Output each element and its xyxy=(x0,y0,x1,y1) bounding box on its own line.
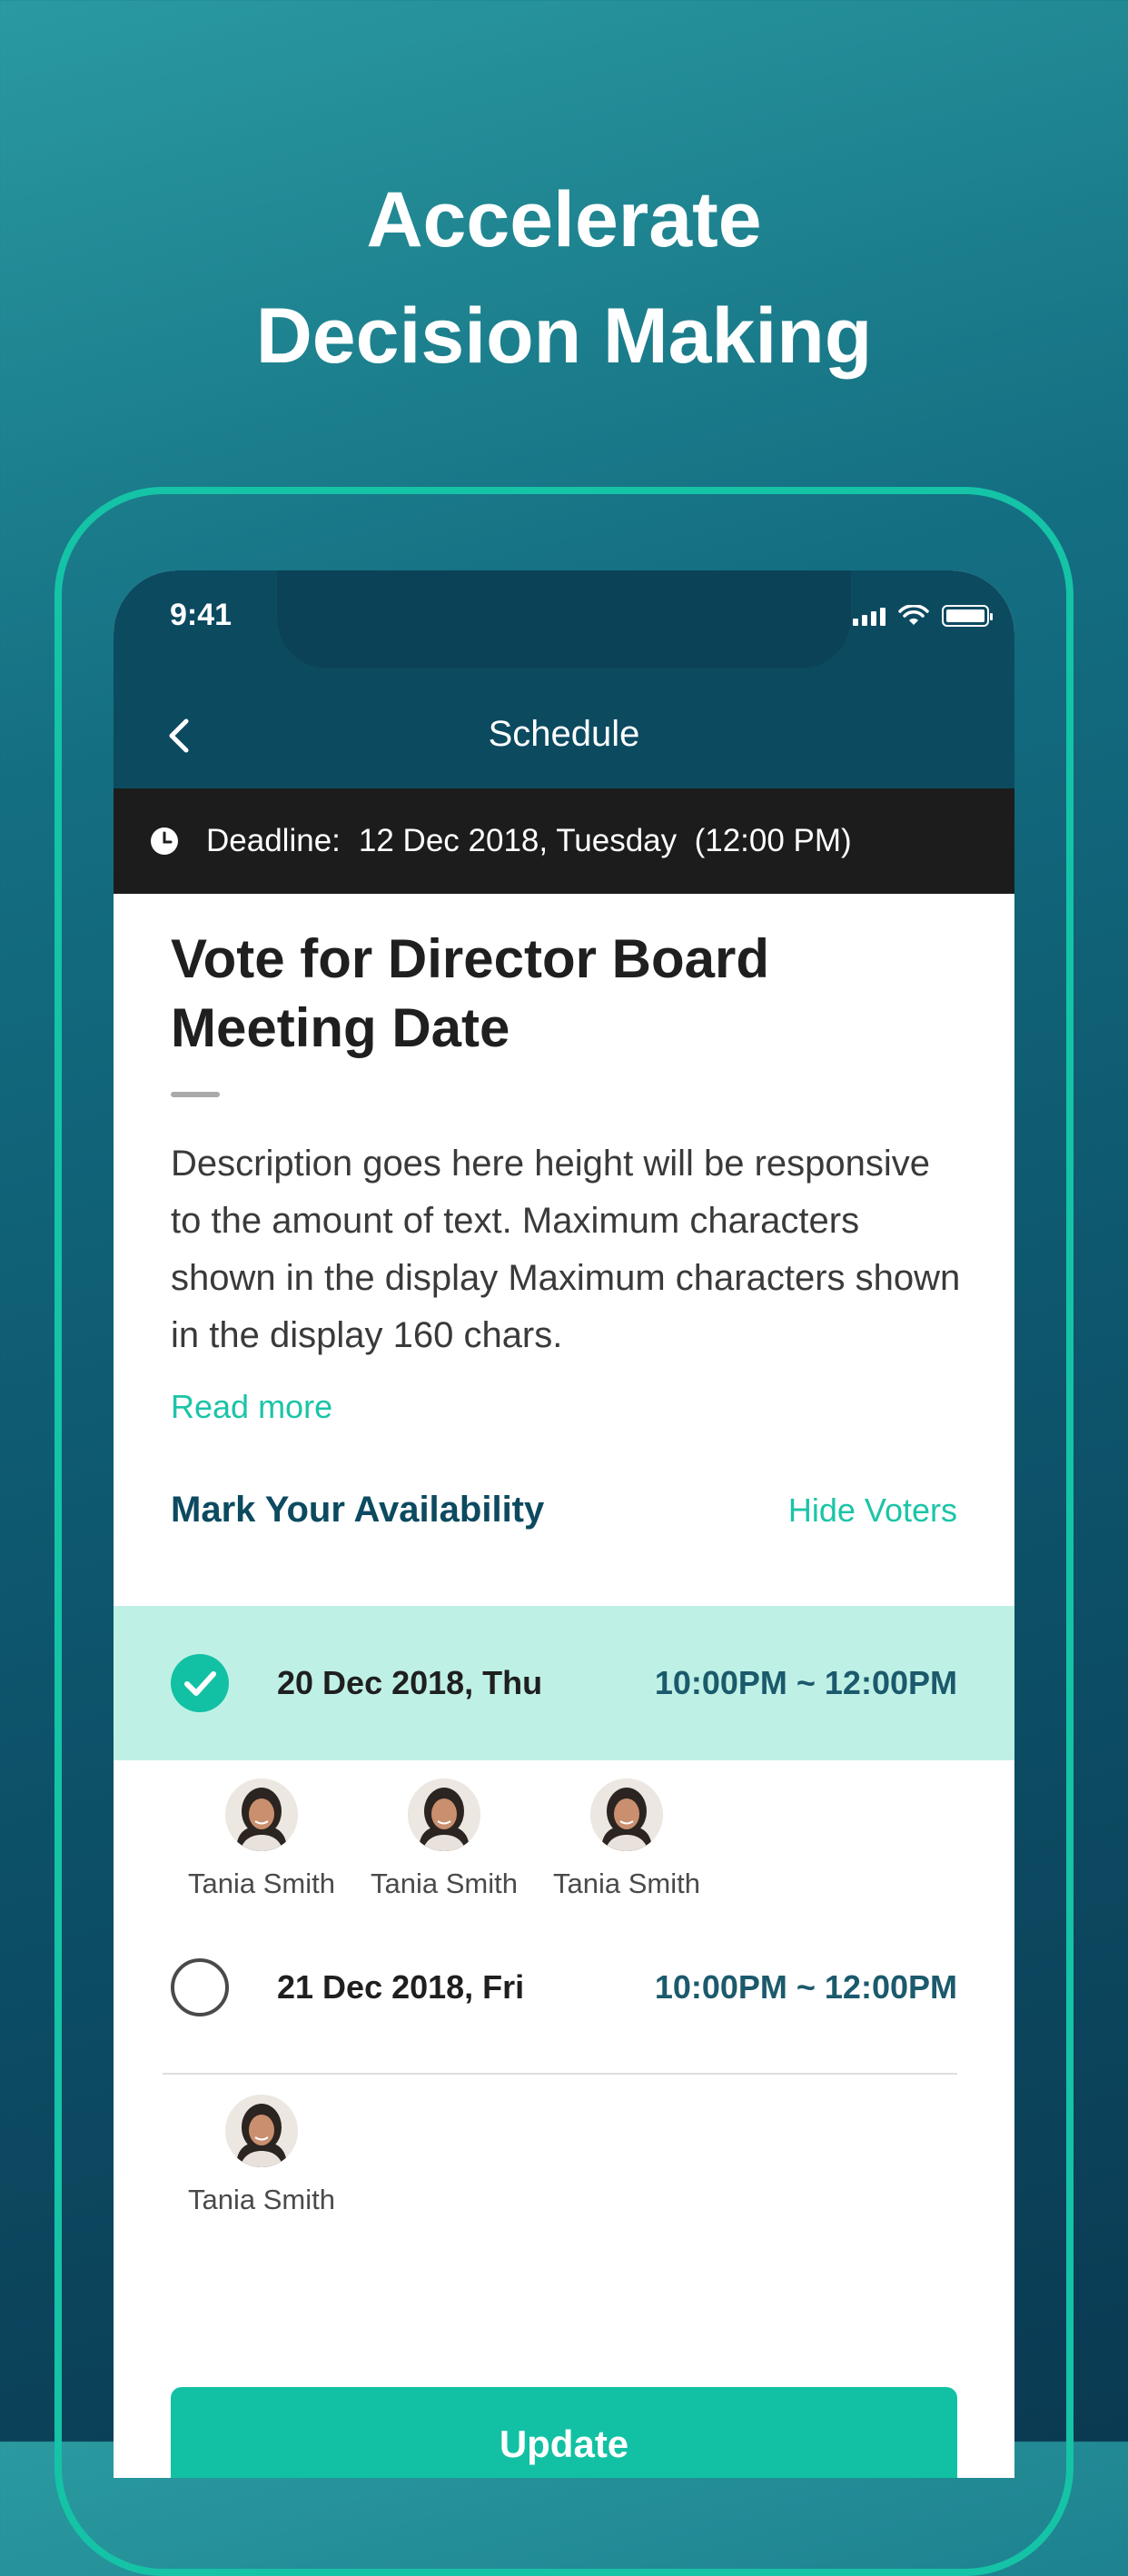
page-title: Schedule xyxy=(488,714,640,754)
poll-title: Vote for Director Board Meeting Date xyxy=(171,928,769,1058)
device-notch xyxy=(277,570,851,669)
voter: Tania Smith xyxy=(171,2095,352,2216)
voter: Tania Smith xyxy=(536,1778,717,1900)
voter-name: Tania Smith xyxy=(188,2184,335,2215)
hide-voters-link[interactable]: Hide Voters xyxy=(788,1491,957,1530)
update-button[interactable]: Update xyxy=(171,2387,957,2478)
clock-icon xyxy=(151,827,178,855)
voter-name: Tania Smith xyxy=(188,1868,335,1899)
avatar xyxy=(225,1778,298,1851)
avatar xyxy=(408,1778,480,1851)
avatar xyxy=(590,1778,663,1851)
date-option-2[interactable]: 21 Dec 2018, Fri 10:00PM ~ 12:00PM xyxy=(114,1915,1014,2060)
poll-description: Description goes here height will be res… xyxy=(171,1144,961,1355)
deadline-label: Deadline: xyxy=(206,823,341,858)
title-divider xyxy=(171,1092,220,1097)
option-time: 10:00PM ~ 12:00PM xyxy=(654,1664,957,1701)
voter: Tania Smith xyxy=(353,1778,535,1900)
checkmark-icon[interactable] xyxy=(171,1654,229,1712)
option-date: 20 Dec 2018, Thu xyxy=(277,1664,543,1701)
signal-icon xyxy=(853,606,886,626)
status-icons xyxy=(853,605,993,627)
battery-icon xyxy=(942,605,993,627)
deadline-bar: Deadline: 12 Dec 2018, Tuesday (12:00 PM… xyxy=(114,788,1014,894)
read-more-link[interactable]: Read more xyxy=(171,1388,332,1426)
voter-name: Tania Smith xyxy=(553,1868,700,1899)
avatar xyxy=(225,2095,298,2167)
option-date: 21 Dec 2018, Fri xyxy=(277,1968,525,2006)
radio-unchecked-icon[interactable] xyxy=(171,1958,229,2016)
phone-screen: 9:41 Schedule Deadline: 12 Dec 2018, Tue… xyxy=(114,570,1014,2478)
status-time: 9:41 xyxy=(170,598,233,632)
option-time: 10:00PM ~ 12:00PM xyxy=(654,1968,957,2006)
headline: Accelerate Decision Making xyxy=(0,162,1128,394)
availability-label: Mark Your Availability xyxy=(171,1490,545,1530)
headline-line-1: Accelerate xyxy=(366,176,762,263)
row-divider xyxy=(163,2073,957,2075)
voter-name: Tania Smith xyxy=(371,1868,518,1899)
deadline-value: 12 Dec 2018, Tuesday (12:00 PM) xyxy=(358,823,852,858)
date-option-1[interactable]: 20 Dec 2018, Thu 10:00PM ~ 12:00PM xyxy=(114,1606,1014,1760)
wifi-icon xyxy=(898,605,929,625)
navigation-bar: 9:41 Schedule xyxy=(114,570,1014,788)
headline-line-2: Decision Making xyxy=(255,292,873,380)
voter: Tania Smith xyxy=(171,1778,352,1900)
